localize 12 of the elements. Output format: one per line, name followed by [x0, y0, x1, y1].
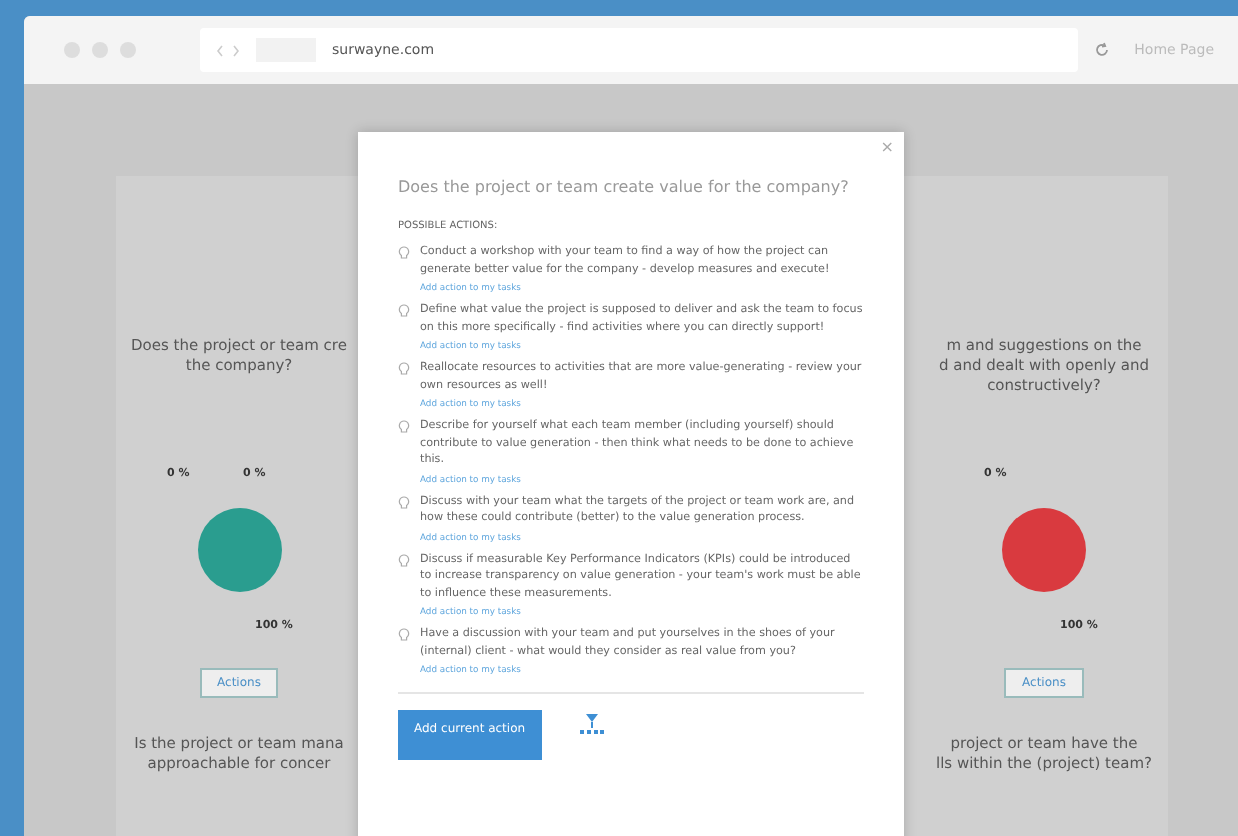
reload-icon[interactable]	[1094, 42, 1111, 58]
lightbulb-icon	[398, 420, 410, 434]
lightbulb-icon	[398, 304, 410, 318]
lightbulb-icon	[398, 628, 410, 642]
dialog-title: Does the project or team create value for the company?	[398, 176, 849, 198]
lightbulb-icon	[398, 362, 410, 376]
lightbulb-icon	[398, 495, 410, 509]
lightbulb-icon	[398, 553, 410, 567]
back-forward-icon[interactable]	[216, 43, 240, 57]
lightbulb-icon	[398, 246, 410, 260]
close-button[interactable]: ×	[880, 138, 894, 156]
hierarchy-icon	[577, 712, 606, 736]
